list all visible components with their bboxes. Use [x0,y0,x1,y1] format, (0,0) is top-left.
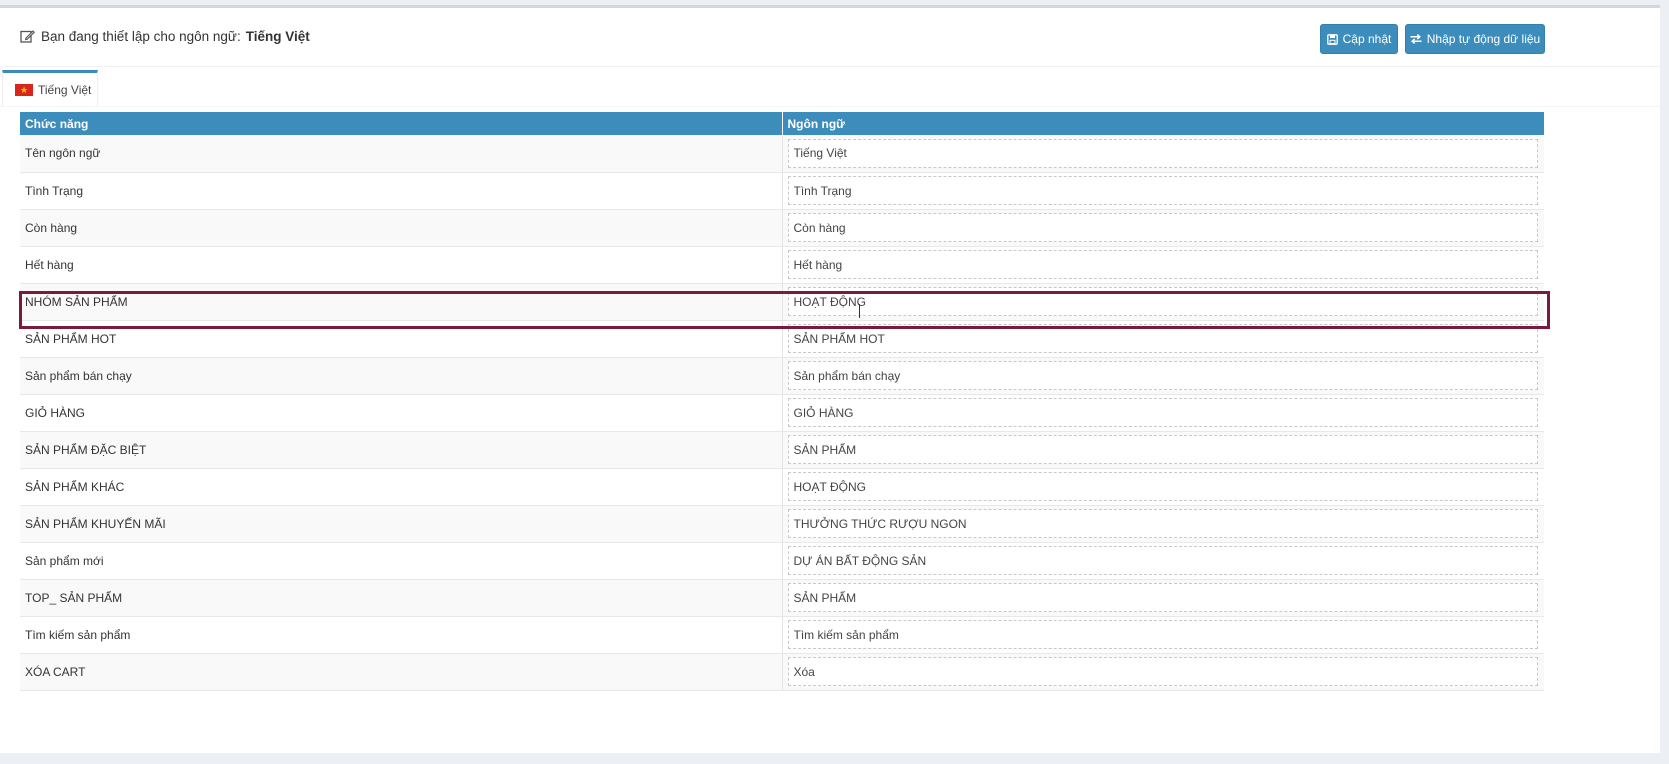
translation-input[interactable] [787,620,1538,649]
exchange-icon [1410,34,1422,44]
translation-input[interactable] [787,435,1538,464]
table-row: Tên ngôn ngữ [20,135,1544,173]
translation-input[interactable] [787,176,1538,205]
table-row: TOP_ SẢN PHẨM [20,579,1544,617]
function-label: NHÓM SẢN PHẨM [20,283,783,321]
column-header-function: Chức năng [20,112,783,135]
panel-header: Bạn đang thiết lập cho ngôn ngữ: Tiếng V… [0,8,1660,67]
tab-vietnamese[interactable]: ★ Tiếng Việt [2,70,98,106]
table-row: GIỎ HÀNG [20,394,1544,432]
table-row: Hết hàng [20,246,1544,284]
current-language: Tiếng Việt [245,29,310,44]
function-label: Tìm kiếm sản phẩm [20,616,783,654]
language-tabs: ★ Tiếng Việt [0,70,1660,107]
function-label: Tên ngôn ngữ [20,135,783,173]
function-label: Sản phẩm bán chạy [20,357,783,395]
translation-input[interactable] [787,509,1538,538]
translation-input[interactable] [787,398,1538,427]
function-label: SẢN PHẨM KHUYẾN MÃI [20,505,783,543]
translation-input[interactable] [787,583,1538,612]
save-icon [1326,33,1338,45]
table-row: Sản phẩm bán chạy [20,357,1544,395]
table-row: SẢN PHẨM HOT [20,320,1544,358]
translation-input[interactable] [787,324,1538,353]
page-scrollbar[interactable] [1660,0,1669,764]
translation-table: Chức năng Ngôn ngữ Tên ngôn ngữ Tình Trạ… [20,112,1545,691]
translation-input[interactable] [787,657,1538,686]
function-label: SẢN PHẨM HOT [20,320,783,358]
text-caret [859,304,860,318]
function-label: TOP_ SẢN PHẨM [20,579,783,617]
edit-icon [20,29,35,44]
function-label: SẢN PHẨM KHÁC [20,468,783,506]
update-button[interactable]: Cập nhật [1320,24,1398,54]
translation-input[interactable] [787,361,1538,390]
translation-input-focused[interactable] [787,287,1538,316]
function-label: Sản phẩm mới [20,542,783,580]
table-row: Còn hàng [20,209,1544,247]
table-row: Tìm kiếm sản phẩm [20,616,1544,654]
table-row: Tình Trạng [20,172,1544,210]
tab-label: Tiếng Việt [38,82,92,97]
function-label: Tình Trạng [20,172,783,210]
table-row: XÓA CART [20,653,1544,691]
table-row: SẢN PHẨM KHUYẾN MÃI [20,505,1544,543]
page-title: Bạn đang thiết lập cho ngôn ngữ: Tiếng V… [20,29,310,44]
table-row: Sản phẩm mới [20,542,1544,580]
function-label: Còn hàng [20,209,783,247]
translation-input[interactable] [787,472,1538,501]
translation-input[interactable] [787,546,1538,575]
auto-import-button[interactable]: Nhập tự động dữ liệu [1405,24,1545,54]
translation-input[interactable] [787,138,1538,168]
column-header-language: Ngôn ngữ [782,112,1545,135]
function-label: GIỎ HÀNG [20,394,783,432]
function-label: SẢN PHẨM ĐẶC BIỆT [20,431,783,469]
function-label: Hết hàng [20,246,783,284]
translation-input[interactable] [787,213,1538,242]
function-label: XÓA CART [20,653,783,691]
update-button-label: Cập nhật [1342,32,1392,46]
vietnam-flag-icon: ★ [15,83,33,96]
table-row-highlighted: NHÓM SẢN PHẨM [20,283,1544,321]
table-row: SẢN PHẨM KHÁC [20,468,1544,506]
table-row: SẢN PHẨM ĐẶC BIỆT [20,431,1544,469]
translation-input[interactable] [787,250,1538,279]
title-prefix: Bạn đang thiết lập cho ngôn ngữ: [41,29,241,44]
auto-import-button-label: Nhập tự động dữ liệu [1426,32,1541,46]
